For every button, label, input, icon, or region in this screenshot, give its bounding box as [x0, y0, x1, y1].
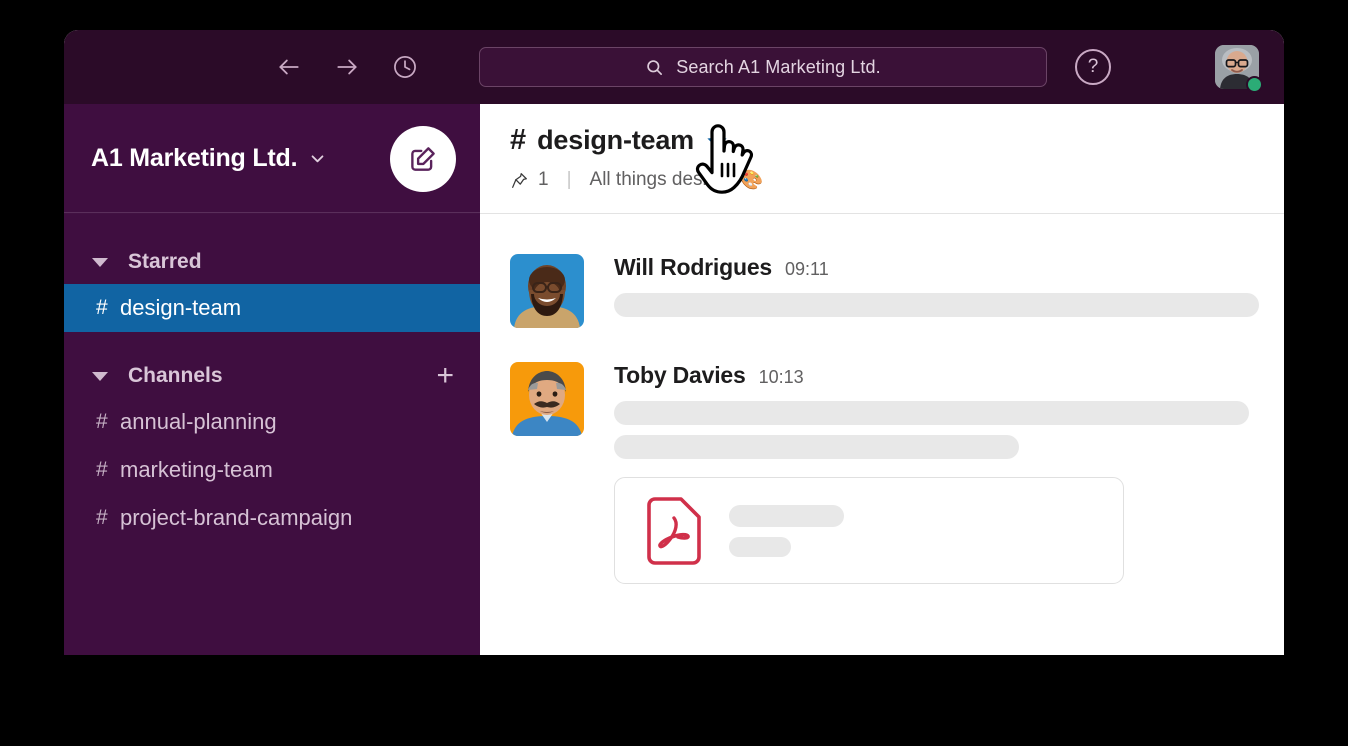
message-author[interactable]: Will Rodrigues	[614, 254, 772, 281]
slack-window: Search A1 Marketing Ltd. ? A1 Marketing …	[64, 30, 1284, 655]
sidebar-item-label: design-team	[120, 295, 242, 320]
compose-icon	[411, 146, 435, 171]
sidebar-item-marketing-team[interactable]: # marketing-team	[64, 446, 480, 494]
hash-icon: #	[96, 296, 108, 319]
pin-icon[interactable]	[510, 171, 529, 190]
message-item: Toby Davies 10:13	[510, 362, 1284, 584]
avatar[interactable]	[510, 362, 584, 436]
avatar[interactable]	[510, 254, 584, 328]
search-placeholder-text: Search A1 Marketing Ltd.	[676, 56, 881, 77]
clock-icon[interactable]	[392, 54, 418, 80]
hash-icon: #	[96, 410, 108, 433]
sidebar-section-starred[interactable]: Starred	[64, 240, 480, 284]
presence-indicator	[1246, 76, 1263, 93]
channel-topic[interactable]: All things design	[590, 169, 728, 191]
hash-icon: #	[510, 124, 527, 156]
workspace-header[interactable]: A1 Marketing Ltd.	[64, 104, 480, 214]
message-timestamp: 10:13	[758, 367, 804, 387]
app-body: A1 Marketing Ltd. Starred # design-team …	[64, 104, 1284, 655]
avatar[interactable]	[1215, 45, 1263, 93]
sidebar-item-label: project-brand-campaign	[120, 505, 353, 530]
top-bar: Search A1 Marketing Ltd. ?	[64, 30, 1284, 104]
message-body: Toby Davies 10:13	[614, 362, 1284, 584]
sidebar-section-channels[interactable]: Channels +	[64, 354, 480, 398]
main-panel: # design-team 1 | All things design 🎨 Wi…	[480, 104, 1284, 655]
sidebar-item-annual-planning[interactable]: # annual-planning	[64, 398, 480, 446]
sidebar-nav: Starred # design-team Channels + # annua…	[64, 214, 480, 542]
caret-down-icon	[92, 257, 108, 267]
channel-subheader: 1 | All things design 🎨	[510, 168, 1284, 192]
help-label: ?	[1087, 56, 1099, 77]
page-title: design-team	[537, 125, 694, 155]
search-icon	[645, 58, 664, 77]
sidebar-section-label: Starred	[128, 250, 202, 273]
artist-palette-icon: 🎨	[739, 170, 764, 191]
hash-icon: #	[96, 506, 108, 529]
attachment-placeholder-bar	[729, 504, 844, 527]
search-input[interactable]: Search A1 Marketing Ltd.	[479, 47, 1047, 87]
pin-count: 1	[538, 169, 549, 190]
message-placeholder-bar	[614, 293, 1259, 317]
sidebar-item-project-brand-campaign[interactable]: # project-brand-campaign	[64, 494, 480, 542]
subheader-divider: |	[566, 169, 572, 190]
message-item: Will Rodrigues 09:11	[510, 254, 1284, 328]
pdf-file-icon	[645, 496, 703, 565]
caret-down-icon	[92, 371, 108, 381]
star-icon[interactable]	[705, 129, 729, 153]
add-channel-button[interactable]: +	[436, 361, 454, 391]
sidebar-section-label: Channels	[128, 364, 223, 387]
sidebar-item-label: marketing-team	[120, 457, 273, 482]
hash-icon: #	[96, 458, 108, 481]
sidebar-item-label: annual-planning	[120, 409, 277, 434]
arrow-left-icon[interactable]	[276, 54, 302, 80]
sidebar: A1 Marketing Ltd. Starred # design-team …	[64, 104, 480, 655]
workspace-name: A1 Marketing Ltd.	[91, 144, 298, 172]
message-timestamp: 09:11	[785, 259, 829, 279]
message-author[interactable]: Toby Davies	[614, 362, 746, 389]
message-placeholder-bar	[614, 435, 1019, 459]
chevron-down-icon[interactable]	[309, 150, 326, 167]
message-body: Will Rodrigues 09:11	[614, 254, 1284, 328]
channel-title-row[interactable]: # design-team	[510, 124, 1284, 157]
arrow-right-icon[interactable]	[334, 54, 360, 80]
attachment-placeholder-lines	[729, 504, 844, 557]
help-icon[interactable]: ?	[1075, 49, 1111, 85]
message-placeholder-bar	[614, 401, 1249, 425]
file-attachment-card[interactable]	[614, 477, 1124, 584]
sidebar-item-design-team[interactable]: # design-team	[64, 284, 480, 332]
compose-button[interactable]	[390, 125, 456, 192]
channel-header: # design-team 1 | All things design 🎨	[480, 104, 1284, 214]
message-list: Will Rodrigues 09:11 Toby Davies 10:13	[480, 214, 1284, 618]
message-header: Toby Davies 10:13	[614, 362, 1284, 389]
nav-icon-group	[276, 54, 418, 80]
message-header: Will Rodrigues 09:11	[614, 254, 1284, 281]
attachment-placeholder-bar	[729, 536, 791, 557]
